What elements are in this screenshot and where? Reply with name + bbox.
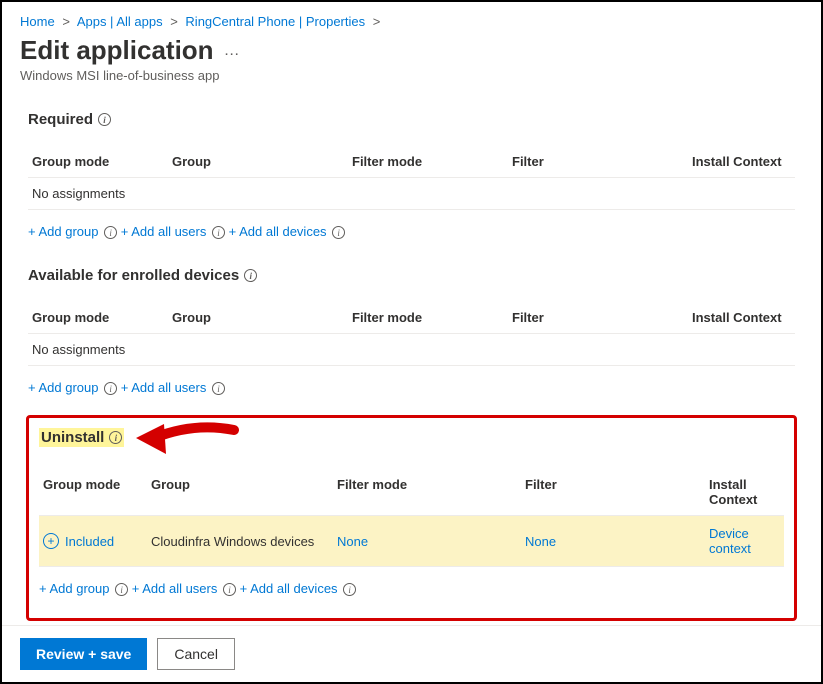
info-icon[interactable]: i bbox=[115, 583, 128, 596]
info-icon[interactable]: i bbox=[212, 382, 225, 395]
section-uninstall-title: Uninstall bbox=[41, 429, 104, 446]
chevron-right-icon: > bbox=[166, 14, 182, 29]
col-filter: Filter bbox=[512, 310, 692, 325]
col-group-mode: Group mode bbox=[32, 310, 172, 325]
page-title: Edit application bbox=[20, 35, 214, 66]
cancel-button[interactable]: Cancel bbox=[157, 638, 235, 670]
col-install-context: Install Context bbox=[709, 477, 780, 507]
info-icon[interactable]: i bbox=[244, 269, 257, 282]
breadcrumb: Home > Apps | All apps > RingCentral Pho… bbox=[20, 14, 803, 29]
breadcrumb-apps[interactable]: Apps | All apps bbox=[77, 14, 163, 29]
group-mode-label: Included bbox=[65, 534, 114, 549]
col-group: Group bbox=[151, 477, 337, 507]
col-group-mode: Group mode bbox=[43, 477, 151, 507]
info-icon[interactable]: i bbox=[98, 113, 111, 126]
add-all-devices-link[interactable]: + Add all devices bbox=[229, 224, 327, 239]
cell-filter-mode[interactable]: None bbox=[337, 534, 368, 549]
plus-circle-icon: + bbox=[43, 533, 59, 549]
col-filter: Filter bbox=[512, 154, 692, 169]
cell-install-context[interactable]: Device context bbox=[709, 526, 751, 556]
table-row: No assignments bbox=[28, 177, 795, 210]
add-all-users-link[interactable]: + Add all users bbox=[121, 380, 207, 395]
review-save-button[interactable]: Review + save bbox=[20, 638, 147, 670]
breadcrumb-properties[interactable]: RingCentral Phone | Properties bbox=[185, 14, 365, 29]
section-available: Available for enrolled devices i Group m… bbox=[20, 267, 803, 395]
more-actions-icon[interactable]: … bbox=[224, 42, 241, 60]
col-filter-mode: Filter mode bbox=[352, 310, 512, 325]
chevron-right-icon: > bbox=[58, 14, 74, 29]
col-filter-mode: Filter mode bbox=[337, 477, 525, 507]
section-uninstall-highlight: Uninstall i Group mode Group Filter mode… bbox=[26, 415, 797, 621]
col-group: Group bbox=[172, 154, 352, 169]
info-icon[interactable]: i bbox=[223, 583, 236, 596]
col-filter: Filter bbox=[525, 477, 709, 507]
col-group: Group bbox=[172, 310, 352, 325]
breadcrumb-home[interactable]: Home bbox=[20, 14, 55, 29]
add-all-users-link[interactable]: + Add all users bbox=[132, 581, 218, 596]
table-header: Group mode Group Filter mode Filter Inst… bbox=[28, 146, 795, 177]
table-row[interactable]: + Included Cloudinfra Windows devices No… bbox=[39, 515, 784, 567]
add-group-link[interactable]: + Add group bbox=[28, 380, 98, 395]
no-assignments-text: No assignments bbox=[32, 342, 125, 357]
cell-group: Cloudinfra Windows devices bbox=[151, 534, 337, 549]
info-icon[interactable]: i bbox=[332, 226, 345, 239]
add-group-link[interactable]: + Add group bbox=[28, 224, 98, 239]
info-icon[interactable]: i bbox=[104, 226, 117, 239]
section-required-title: Required bbox=[28, 111, 93, 128]
chevron-right-icon: > bbox=[369, 14, 385, 29]
table-header: Group mode Group Filter mode Filter Inst… bbox=[39, 469, 784, 515]
table-header: Group mode Group Filter mode Filter Inst… bbox=[28, 302, 795, 333]
section-available-title: Available for enrolled devices bbox=[28, 267, 239, 284]
info-icon[interactable]: i bbox=[343, 583, 356, 596]
group-mode-included[interactable]: + Included bbox=[43, 533, 114, 549]
cell-filter[interactable]: None bbox=[525, 534, 556, 549]
col-filter-mode: Filter mode bbox=[352, 154, 512, 169]
col-install-context: Install Context bbox=[692, 154, 791, 169]
add-group-link[interactable]: + Add group bbox=[39, 581, 109, 596]
info-icon[interactable]: i bbox=[109, 431, 122, 444]
no-assignments-text: No assignments bbox=[32, 186, 125, 201]
table-row: No assignments bbox=[28, 333, 795, 366]
col-group-mode: Group mode bbox=[32, 154, 172, 169]
info-icon[interactable]: i bbox=[104, 382, 117, 395]
add-all-users-link[interactable]: + Add all users bbox=[121, 224, 207, 239]
section-required: Required i Group mode Group Filter mode … bbox=[20, 111, 803, 239]
col-install-context: Install Context bbox=[692, 310, 791, 325]
add-all-devices-link[interactable]: + Add all devices bbox=[240, 581, 338, 596]
annotation-arrow-icon bbox=[134, 420, 244, 460]
page-subtitle: Windows MSI line-of-business app bbox=[20, 68, 803, 83]
footer-bar: Review + save Cancel bbox=[2, 625, 821, 682]
info-icon[interactable]: i bbox=[212, 226, 225, 239]
